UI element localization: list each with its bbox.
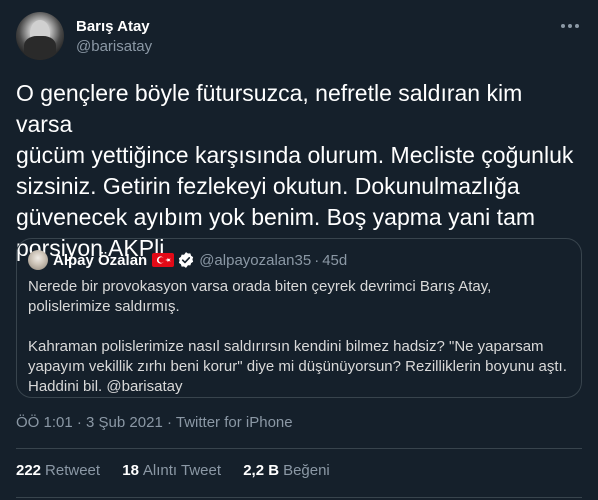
quoted-age: 45d [322, 251, 348, 269]
more-dot [568, 24, 572, 28]
divider [16, 497, 582, 498]
more-dots-icon[interactable] [558, 16, 582, 36]
likes-count: 2,2 B [243, 462, 280, 479]
quoted-author-avatar [28, 250, 48, 270]
tweet-text: O gençlere böyle fütursuzca, nefretle sa… [16, 80, 574, 261]
avatar-hands [24, 36, 56, 60]
quoted-separator: · [314, 251, 320, 269]
likes-stat[interactable]: 2,2 B Beğeni [243, 462, 330, 479]
likes-label: Beğeni [283, 462, 330, 479]
author-display-name[interactable]: Barış Atay [76, 17, 152, 37]
quoted-author-name: Alpay Özalan [53, 251, 148, 269]
retweets-label: Retweet [45, 462, 101, 479]
tweet-stats: 222 Retweet 18 Alıntı Tweet 2,2 B Beğeni [16, 462, 348, 479]
turkey-flag-icon [152, 253, 175, 267]
quote-tweets-label: Alıntı Tweet [142, 462, 222, 479]
quoted-paragraph-2: Kahraman polislerimize nasıl saldırırsın… [28, 338, 567, 395]
more-dot [561, 24, 565, 28]
tweet-date[interactable]: 3 Şub 2021 [86, 414, 163, 431]
tweet-time[interactable]: ÖÖ 1:01 [16, 414, 73, 431]
meta-separator: · [76, 414, 82, 431]
author-names[interactable]: Barış Atay @barisatay [76, 17, 152, 57]
retweets-stat[interactable]: 222 Retweet [16, 462, 100, 479]
tweet-source[interactable]: Twitter for iPhone [176, 414, 293, 431]
meta-separator: · [166, 414, 172, 431]
more-dot [575, 24, 579, 28]
quoted-author-handle: @alpayozalan35 [199, 251, 312, 269]
quoted-tweet-text: Nerede bir provokasyon varsa orada biten… [28, 277, 573, 397]
author-handle[interactable]: @barisatay [76, 37, 152, 57]
quoted-tweet[interactable]: Alpay Özalan @alpayozalan35 · 45d Nerede… [16, 238, 582, 398]
quoted-tweet-header: Alpay Özalan @alpayozalan35 · 45d [28, 250, 347, 270]
author-avatar[interactable] [16, 12, 64, 60]
tweet-header: Barış Atay @barisatay [16, 12, 582, 60]
quoted-paragraph-1: Nerede bir provokasyon varsa orada biten… [28, 278, 492, 315]
tweet-meta: ÖÖ 1:01 · 3 Şub 2021 · Twitter for iPhon… [16, 414, 293, 431]
quote-tweets-stat[interactable]: 18 Alıntı Tweet [122, 462, 221, 479]
retweets-count: 222 [16, 462, 42, 479]
tweet-card: Barış Atay @barisatay O gençlere böyle f… [0, 0, 598, 500]
quote-tweets-count: 18 [122, 462, 139, 479]
verified-badge-icon [179, 252, 194, 268]
divider [16, 448, 582, 449]
